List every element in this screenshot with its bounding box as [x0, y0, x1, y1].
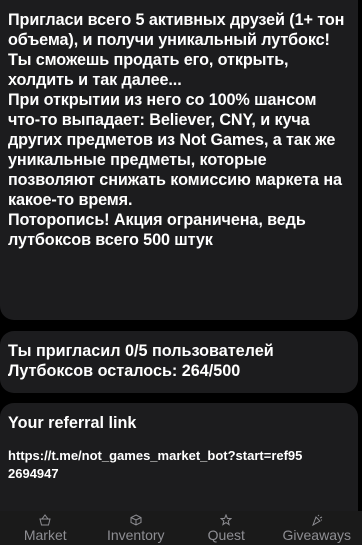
- promo-card: Пригласи всего 5 активных друзей (1+ тон…: [0, 0, 358, 320]
- referral-stats-card: Ты пригласил 0/5 пользователей Лутбоксов…: [0, 331, 358, 393]
- basket-icon: [38, 514, 52, 526]
- tab-market-label: Market: [23, 527, 67, 543]
- referral-link-title: Your referral link: [8, 414, 137, 432]
- promo-description: Пригласи всего 5 активных друзей (1+ тон…: [8, 11, 345, 249]
- tab-inventory-label: Inventory: [106, 527, 165, 543]
- tab-giveaways[interactable]: Giveaways: [272, 511, 362, 545]
- referral-link-card: Your referral link https://t.me/not_game…: [0, 403, 358, 511]
- bottom-tab-bar: Market Inventory Quest Giveaways: [0, 511, 362, 545]
- tab-giveaways-label: Giveaways: [282, 527, 351, 543]
- lootboxes-remaining: Лутбоксов осталось: 264/500: [8, 362, 241, 380]
- tab-market[interactable]: Market: [0, 511, 91, 545]
- tab-quest-label: Quest: [207, 527, 245, 543]
- referral-link[interactable]: https://t.me/not_games_market_bot?start=…: [8, 447, 308, 483]
- party-icon: [310, 514, 324, 526]
- tab-quest[interactable]: Quest: [181, 511, 272, 545]
- box-icon: [129, 514, 143, 526]
- referral-screen: Пригласи всего 5 активных друзей (1+ тон…: [0, 0, 362, 545]
- invited-count: Ты пригласил 0/5 пользователей: [8, 342, 274, 360]
- star-icon: [219, 514, 233, 526]
- tab-inventory[interactable]: Inventory: [91, 511, 182, 545]
